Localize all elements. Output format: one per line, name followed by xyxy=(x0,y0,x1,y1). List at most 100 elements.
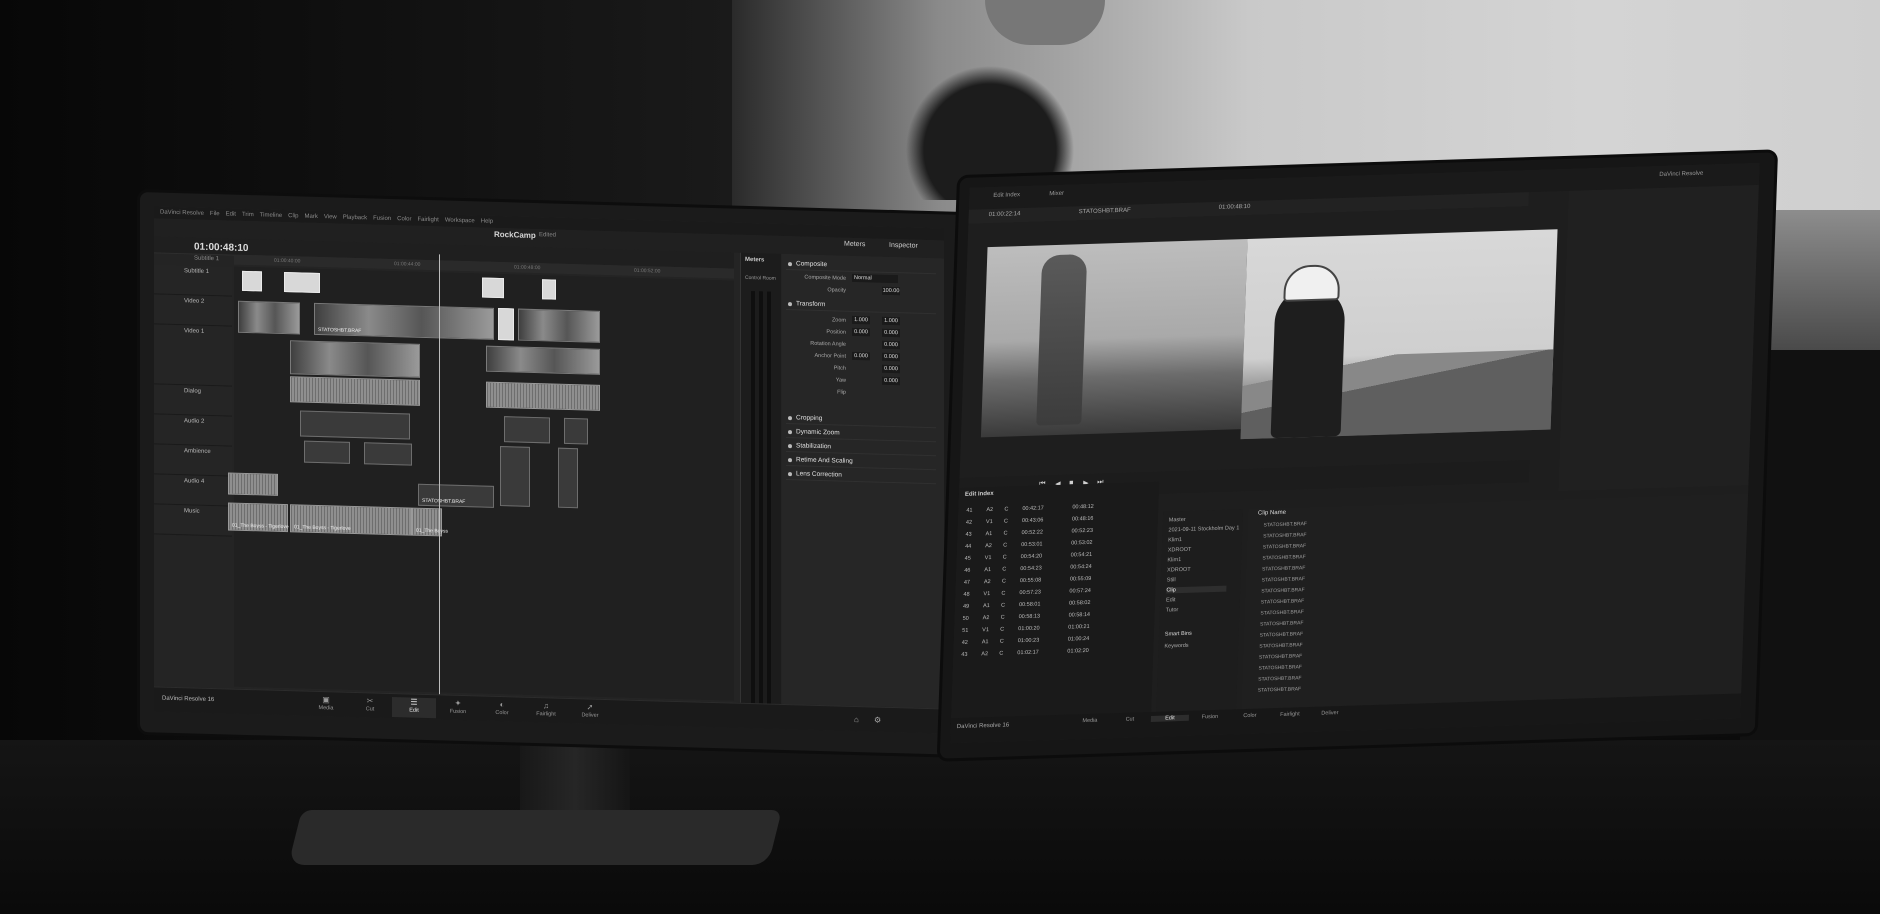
settings-icon[interactable]: ⚙ xyxy=(874,716,881,725)
inspector-button[interactable]: Inspector xyxy=(889,242,918,250)
bin-item-active[interactable]: Clip xyxy=(1166,585,1227,594)
bin-item[interactable]: XDROOT xyxy=(1168,547,1192,554)
bin-item[interactable]: Still xyxy=(1167,577,1176,583)
menu-item[interactable]: Color xyxy=(397,216,411,222)
video-clip[interactable] xyxy=(290,340,420,378)
menu-item[interactable]: View xyxy=(324,214,337,220)
music-clip[interactable]: 01_The Boyss - Tigerlove xyxy=(290,504,412,536)
track-header[interactable]: Audio 2 xyxy=(154,414,232,447)
video-clip[interactable] xyxy=(238,300,300,335)
page-tab-fusion[interactable]: Fusion xyxy=(1191,714,1229,721)
audio-clip[interactable] xyxy=(486,381,600,411)
playhead[interactable] xyxy=(439,254,440,695)
meters-button[interactable]: Meters xyxy=(844,241,865,249)
audio-clip[interactable] xyxy=(564,417,588,445)
audio-clip[interactable] xyxy=(290,376,420,406)
timeline-viewer[interactable] xyxy=(1240,229,1558,440)
page-tab-media[interactable]: Media xyxy=(1071,717,1109,724)
audio-clip[interactable] xyxy=(558,447,578,509)
video-clip[interactable] xyxy=(486,345,600,375)
page-tab-fairlight[interactable]: ♫ Fairlight xyxy=(524,701,568,722)
page-tab-cut[interactable]: ✂ Cut xyxy=(348,696,392,717)
video-clip[interactable] xyxy=(498,307,514,341)
menu-item[interactable]: File xyxy=(210,211,220,217)
anchor-y-field[interactable]: 0.000 xyxy=(882,352,900,362)
page-tab-edit[interactable]: ☰ Edit xyxy=(392,697,436,719)
menu-item[interactable]: Fusion xyxy=(373,216,391,223)
section-lens-correction[interactable]: Lens Correction xyxy=(786,468,936,485)
audio-clip[interactable] xyxy=(364,442,412,466)
menu-item[interactable]: DaVinci Resolve xyxy=(160,210,204,217)
bin-item[interactable]: Tutor xyxy=(1166,607,1179,613)
yaw-field[interactable]: 0.000 xyxy=(882,376,900,386)
home-icon[interactable]: ⌂ xyxy=(854,715,859,724)
music-clip[interactable]: 01_The Boyss - Tigerlove xyxy=(228,502,289,533)
menu-item[interactable]: Timeline xyxy=(260,212,282,219)
page-tab-color[interactable]: ◐ Color xyxy=(480,699,524,720)
track-header[interactable]: Dialog xyxy=(154,384,232,417)
menu-item[interactable]: Fairlight xyxy=(417,217,438,224)
track-area[interactable]: STATOSHBT.BRAF STATOSHBT.BRAF 01_The Boy… xyxy=(228,266,734,701)
opacity-field[interactable]: 100.00 xyxy=(882,286,900,296)
page-tab-media[interactable]: ▣ Media xyxy=(304,695,348,716)
composite-mode-dropdown[interactable]: Normal xyxy=(852,273,898,284)
track-header[interactable]: Video 1 xyxy=(154,324,232,387)
clip-name-cell: STATOSHBT.BRAF xyxy=(1259,642,1303,650)
keywords-bin[interactable]: Keywords xyxy=(1164,643,1188,650)
source-viewer[interactable] xyxy=(980,238,1248,438)
track-header[interactable]: Audio 4 xyxy=(154,474,232,507)
anchor-x-field[interactable]: 0.000 xyxy=(852,351,870,361)
anchor-label: Anchor Point xyxy=(814,352,847,360)
music-clip[interactable]: 01_The Boyss xyxy=(412,507,448,537)
section-transform[interactable]: Transform xyxy=(786,298,936,315)
rotation-field[interactable]: 0.000 xyxy=(882,340,900,350)
edit-index-cell: C xyxy=(1001,590,1006,597)
menu-item[interactable]: Workspace xyxy=(445,218,475,225)
mixer-tab[interactable]: Mixer xyxy=(1049,191,1064,197)
menu-item[interactable]: Trim xyxy=(242,212,254,218)
edit-index-cell: A2 xyxy=(982,615,990,622)
audio-clip[interactable] xyxy=(500,446,530,507)
audio-clip[interactable] xyxy=(300,410,410,440)
track-header[interactable]: Subtitle 1 xyxy=(154,264,232,297)
position-y-field[interactable]: 0.000 xyxy=(882,328,900,338)
page-tab-deliver[interactable]: Deliver xyxy=(1311,710,1349,717)
edit-index-tab[interactable]: Edit Index xyxy=(993,192,1020,199)
page-tab-deliver[interactable]: ➚ Deliver xyxy=(568,702,612,723)
title-clip[interactable] xyxy=(482,277,504,299)
bin-item[interactable]: Klim1 xyxy=(1167,557,1181,563)
video-clip[interactable]: STATOSHBT.BRAF xyxy=(314,302,494,340)
edit-index-cell: 01:00:24 xyxy=(1067,635,1090,643)
audio-clip[interactable]: STATOSHBT.BRAF xyxy=(418,483,494,508)
bin-item[interactable]: XDROOT xyxy=(1167,567,1191,574)
audio-clip[interactable] xyxy=(304,440,350,464)
position-x-field[interactable]: 0.000 xyxy=(852,327,870,337)
title-clip[interactable] xyxy=(242,270,262,292)
track-header[interactable]: Music xyxy=(154,504,232,537)
bin-item[interactable]: Master xyxy=(1169,517,1186,524)
page-tab-fairlight[interactable]: Fairlight xyxy=(1271,711,1309,718)
page-tab-cut[interactable]: Cut xyxy=(1111,716,1149,723)
zoom-y-field[interactable]: 1.000 xyxy=(882,316,900,326)
menu-item[interactable]: Edit xyxy=(226,211,236,217)
track-header[interactable]: Ambience xyxy=(154,444,232,477)
page-tab-fusion[interactable]: ✦ Fusion xyxy=(436,698,480,719)
audio-clip[interactable] xyxy=(228,472,278,496)
zoom-x-field[interactable]: 1.000 xyxy=(852,315,870,325)
title-clip[interactable] xyxy=(542,279,556,300)
edit-index-row[interactable]: 43 A2 C 01:02:17 01:02:20 xyxy=(957,646,1147,661)
video-clip[interactable] xyxy=(518,308,600,343)
menu-item[interactable]: Clip xyxy=(288,213,298,219)
bin-item[interactable]: Edit xyxy=(1166,597,1176,603)
menu-item[interactable]: Help xyxy=(481,219,493,225)
page-tab-edit[interactable]: Edit xyxy=(1150,714,1190,723)
page-tab-color[interactable]: Color xyxy=(1231,712,1269,719)
title-clip[interactable] xyxy=(284,272,320,294)
menu-item[interactable]: Playback xyxy=(343,215,367,222)
bin-item[interactable]: Klim1 xyxy=(1168,537,1182,543)
pitch-field[interactable]: 0.000 xyxy=(882,364,900,374)
menu-item[interactable]: Mark xyxy=(305,214,318,220)
audio-clip[interactable] xyxy=(504,416,550,444)
track-header[interactable]: Video 2 xyxy=(154,294,232,327)
bin-item[interactable]: 2021-09-11 Stockholm Day 1 xyxy=(1168,525,1239,533)
